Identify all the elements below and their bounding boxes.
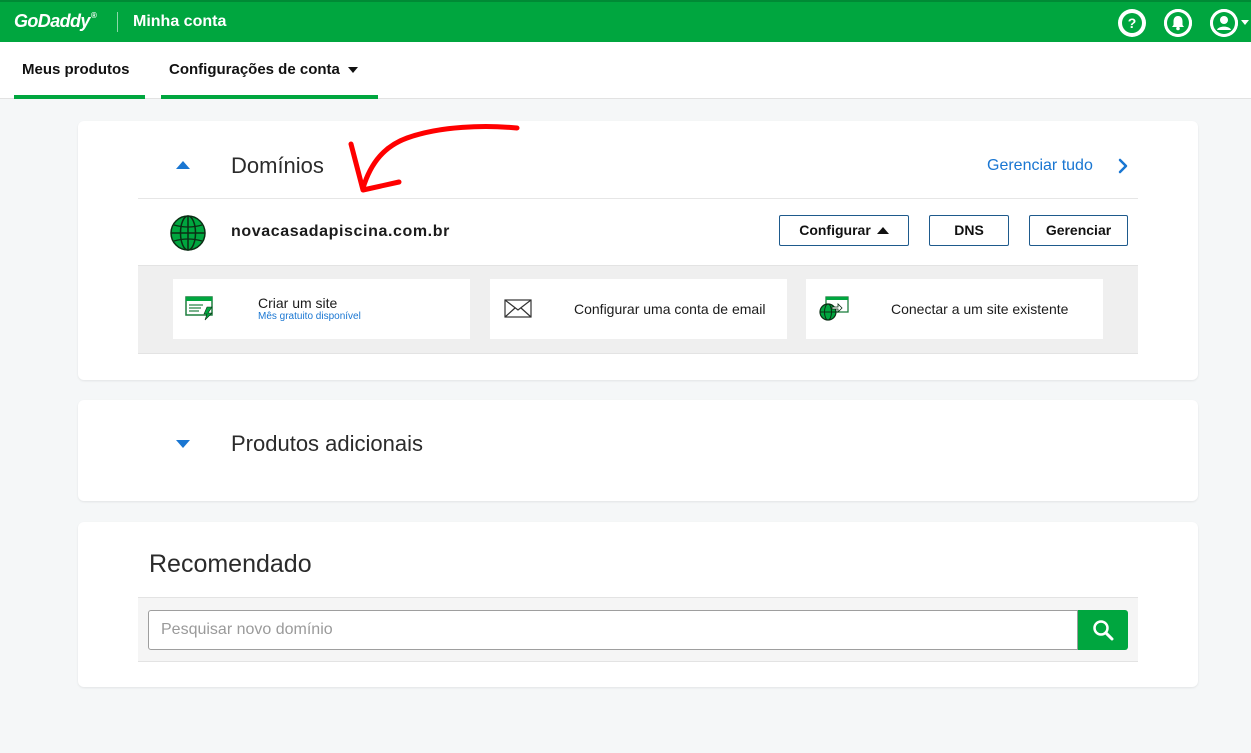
domains-title: Domínios: [231, 153, 324, 178]
domain-search-area: [138, 597, 1138, 662]
main-nav: Meus produtos Configurações de conta: [0, 42, 1251, 99]
top-bar: GoDaddy® Minha conta ?: [0, 0, 1251, 42]
email-envelope-icon: [504, 299, 532, 318]
configure-button[interactable]: Configurar: [779, 215, 909, 246]
connect-site-title: Conectar a um site existente: [891, 301, 1069, 317]
additional-products-card: Produtos adicionais: [78, 400, 1198, 501]
svg-text:?: ?: [1128, 15, 1137, 31]
header-title[interactable]: Minha conta: [133, 13, 226, 31]
recommended-title: Recomendado: [149, 550, 312, 578]
tab-account-settings[interactable]: Configurações de conta: [161, 42, 378, 99]
create-site-subtitle: Mês gratuito disponível: [258, 311, 361, 322]
search-icon: [1093, 620, 1114, 641]
godaddy-logo[interactable]: GoDaddy®: [14, 11, 97, 32]
bell-icon[interactable]: [1164, 9, 1192, 37]
help-icon[interactable]: ?: [1118, 9, 1146, 37]
divider: [138, 198, 1138, 199]
caret-up-icon: [876, 227, 889, 234]
website-builder-icon: [185, 296, 213, 321]
expand-products-icon[interactable]: [176, 440, 190, 448]
tab-my-products[interactable]: Meus produtos: [14, 42, 145, 99]
setup-email-title: Configurar uma conta de email: [574, 301, 766, 317]
setup-email-card[interactable]: Configurar uma conta de email: [490, 279, 787, 339]
manage-button[interactable]: Gerenciar: [1029, 215, 1128, 246]
globe-icon: [170, 215, 206, 251]
user-icon[interactable]: [1210, 9, 1238, 37]
collapse-domains-icon[interactable]: [176, 161, 190, 169]
create-site-card[interactable]: Criar um site Mês gratuito disponível: [173, 279, 470, 339]
account-menu-caret-icon[interactable]: [1241, 20, 1249, 25]
chevron-right-icon[interactable]: [1114, 157, 1132, 175]
manage-all-link[interactable]: Gerenciar tudo: [987, 157, 1093, 175]
header-divider: [117, 12, 118, 32]
domain-search-input[interactable]: [148, 610, 1078, 650]
additional-products-title: Produtos adicionais: [231, 431, 424, 456]
search-button[interactable]: [1078, 610, 1128, 650]
connect-site-card[interactable]: Conectar a um site existente: [806, 279, 1103, 339]
recommended-card: Recomendado: [78, 522, 1198, 687]
chevron-down-icon: [347, 67, 358, 74]
domain-name[interactable]: novacasadapiscina.com.br: [231, 223, 450, 241]
create-site-title: Criar um site: [258, 295, 338, 311]
configure-actions-panel: Criar um site Mês gratuito disponível Co…: [138, 265, 1138, 354]
dns-button[interactable]: DNS: [929, 215, 1009, 246]
domains-card: Domínios Gerenciar tudo novacasadapiscin…: [78, 121, 1198, 380]
connect-site-icon: [819, 296, 849, 321]
